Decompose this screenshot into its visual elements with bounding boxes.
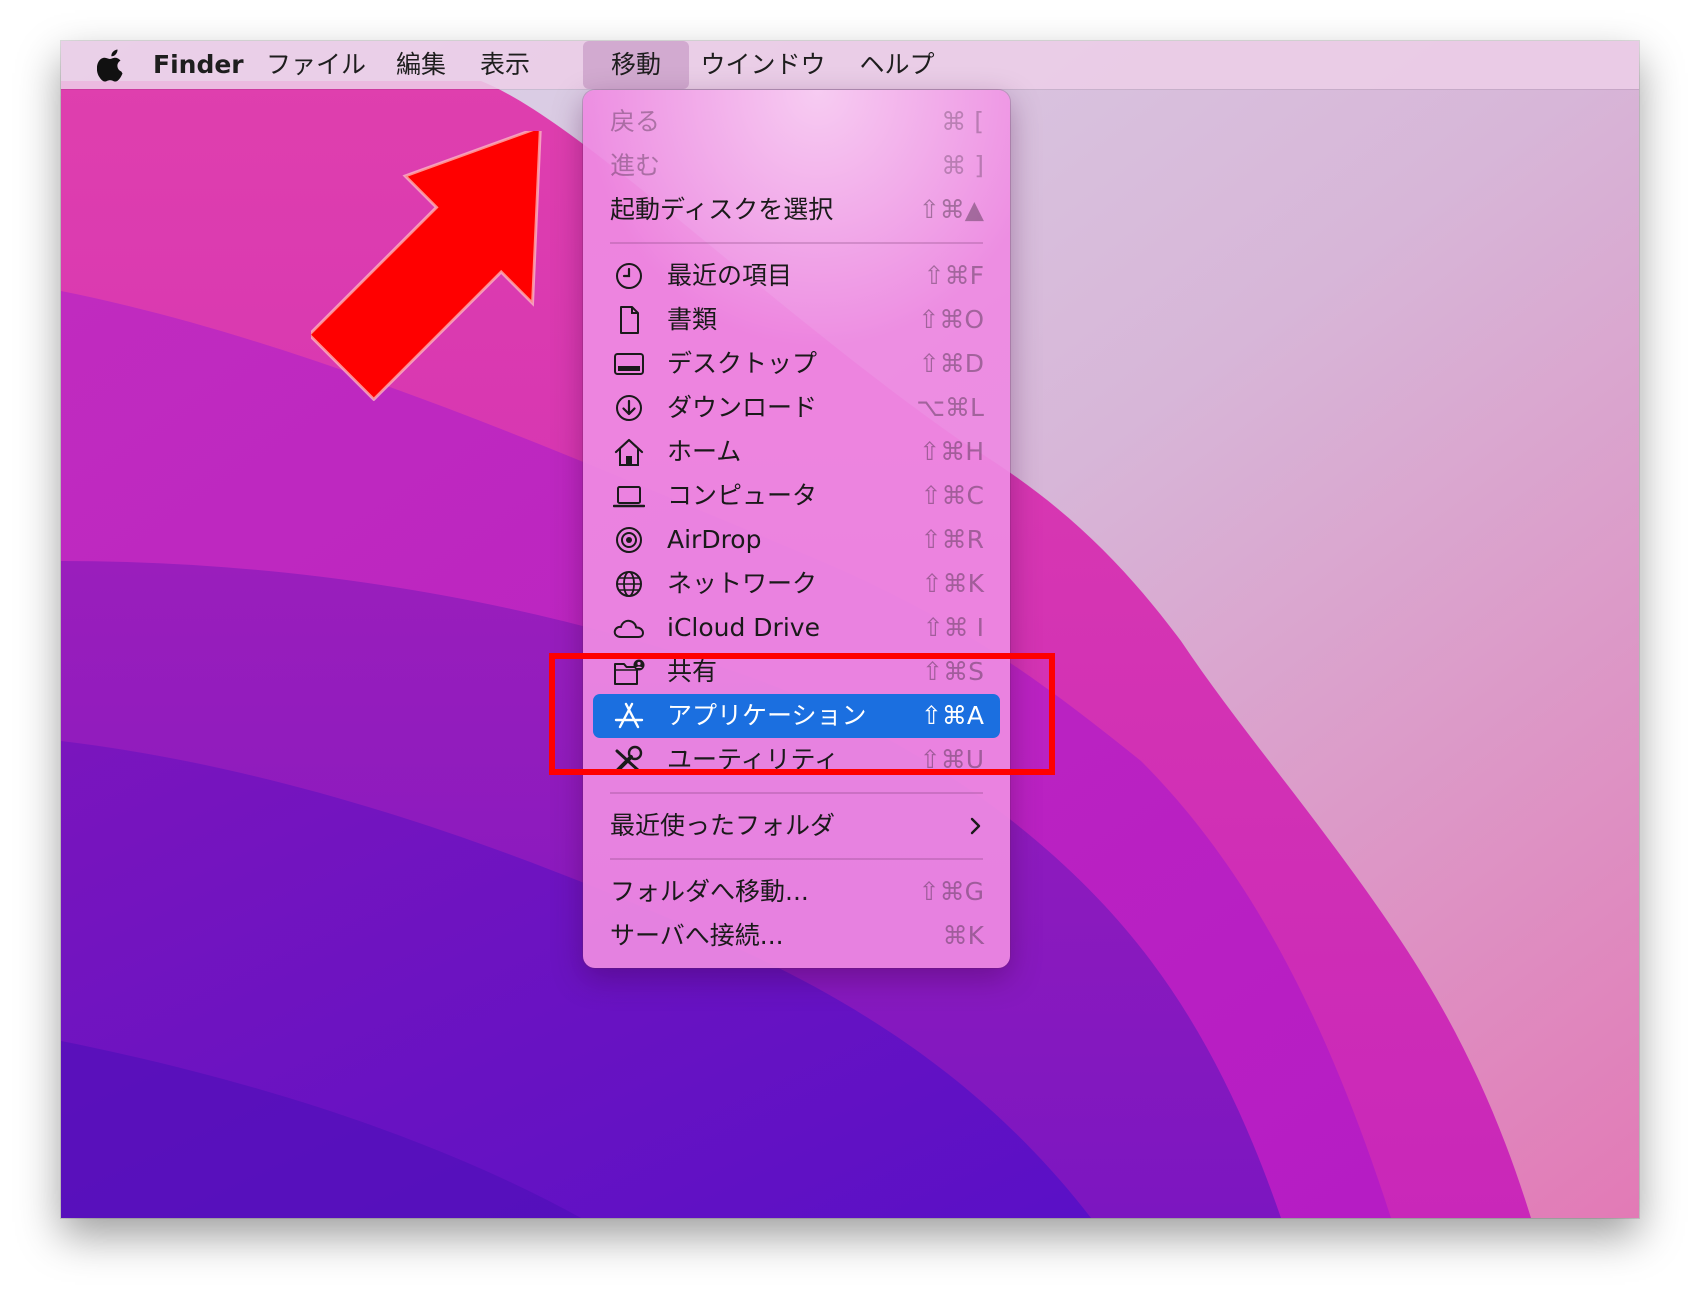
menu-item-label: 最近使ったフォルダ xyxy=(610,811,836,840)
menu-shortcut: ⇧⌘C xyxy=(920,481,984,510)
menu-item-network[interactable]: ネットワーク ⇧⌘K xyxy=(593,562,1000,606)
go-menu-dropdown: 戻る ⌘ [ 進む ⌘ ] 起動ディスクを選択 ⇧⌘▲ 最近の項目 ⇧⌘F 書類… xyxy=(583,90,1010,968)
menu-item-recent-folders[interactable]: 最近使ったフォルダ xyxy=(593,804,1000,848)
red-arrow-annotation xyxy=(311,131,542,401)
menubar-view[interactable]: 表示 xyxy=(474,41,536,89)
apple-logo-icon[interactable] xyxy=(96,48,127,82)
menubar-file[interactable]: ファイル xyxy=(265,41,367,89)
menu-item-computer[interactable]: コンピュータ ⇧⌘C xyxy=(593,474,1000,518)
menu-item-label: AirDrop xyxy=(667,525,762,554)
home-icon xyxy=(613,437,645,467)
menu-item-label: コンピュータ xyxy=(667,481,818,510)
chevron-right-icon xyxy=(968,816,982,836)
menu-item-recents[interactable]: 最近の項目 ⇧⌘F xyxy=(593,254,1000,298)
menu-shortcut: ⌘ [ xyxy=(941,107,984,136)
download-icon xyxy=(613,393,645,423)
menu-item-home[interactable]: ホーム ⇧⌘H xyxy=(593,430,1000,474)
menu-item-label: ネットワーク xyxy=(667,569,818,598)
menu-shortcut: ⇧⌘F xyxy=(923,261,984,290)
menu-item-connect-to-server[interactable]: サーバへ接続... ⌘K xyxy=(593,914,1000,958)
menu-separator xyxy=(610,242,983,244)
globe-icon xyxy=(613,569,645,599)
menu-item-downloads[interactable]: ダウンロード ⌥⌘L xyxy=(593,386,1000,430)
menu-shortcut: ⇧⌘D xyxy=(918,349,984,378)
menu-shortcut: ⇧⌘R xyxy=(920,525,984,554)
menu-item-go-to-folder[interactable]: フォルダへ移動... ⇧⌘G xyxy=(593,870,1000,914)
menu-shortcut: ⇧⌘ I xyxy=(922,613,984,642)
menu-item-label: iCloud Drive xyxy=(667,613,820,642)
menu-item-label: ホーム xyxy=(667,437,742,466)
desktop-screen: Finder ファイル 編集 表示 移動 ウインドウ ヘルプ 戻る ⌘ [ 進む… xyxy=(61,41,1639,1218)
menubar-finder[interactable]: Finder xyxy=(153,41,244,89)
menu-separator xyxy=(610,858,983,860)
menu-item-documents[interactable]: 書類 ⇧⌘O xyxy=(593,298,1000,342)
menu-item-airdrop[interactable]: AirDrop ⇧⌘R xyxy=(593,518,1000,562)
clock-icon xyxy=(613,261,645,291)
desktop-icon xyxy=(613,349,645,379)
menu-shortcut: ⌘K xyxy=(942,921,984,950)
menu-item-label: 起動ディスクを選択 xyxy=(610,195,834,224)
menu-item-desktop[interactable]: デスクトップ ⇧⌘D xyxy=(593,342,1000,386)
highlight-frame xyxy=(549,653,1055,775)
menu-bar: Finder ファイル 編集 表示 移動 ウインドウ ヘルプ xyxy=(61,41,1639,89)
menu-item-label: デスクトップ xyxy=(667,349,818,378)
menubar-help[interactable]: ヘルプ xyxy=(857,41,937,89)
menu-shortcut: ⌥⌘L xyxy=(916,393,984,422)
menubar-edit[interactable]: 編集 xyxy=(391,41,451,89)
menu-shortcut: ⌘ ] xyxy=(941,151,984,180)
menu-item-label: 進む xyxy=(610,151,661,180)
airdrop-icon xyxy=(613,525,645,555)
menu-shortcut: ⇧⌘▲ xyxy=(918,195,984,224)
cloud-icon xyxy=(613,613,645,643)
laptop-icon xyxy=(613,481,645,511)
menu-item-icloud-drive[interactable]: iCloud Drive ⇧⌘ I xyxy=(593,606,1000,650)
menu-item-back: 戻る ⌘ [ xyxy=(593,100,1000,144)
menubar-go[interactable]: 移動 xyxy=(583,41,689,89)
menu-shortcut: ⇧⌘K xyxy=(921,569,984,598)
menu-shortcut: ⇧⌘H xyxy=(919,437,984,466)
menubar-window[interactable]: ウインドウ xyxy=(699,41,827,89)
menu-item-label: 書類 xyxy=(667,305,718,334)
menu-item-label: サーバへ接続... xyxy=(610,921,784,950)
menu-item-label: 最近の項目 xyxy=(667,261,793,290)
menu-item-forward: 進む ⌘ ] xyxy=(593,144,1000,188)
menu-item-label: 戻る xyxy=(610,107,661,136)
menu-shortcut: ⇧⌘G xyxy=(918,877,984,906)
menu-item-label: ダウンロード xyxy=(667,393,818,422)
menu-item-startup-disk[interactable]: 起動ディスクを選択 ⇧⌘▲ xyxy=(593,188,1000,232)
menu-separator xyxy=(610,792,983,794)
menu-shortcut: ⇧⌘O xyxy=(918,305,984,334)
menu-item-label: フォルダへ移動... xyxy=(610,877,809,906)
document-icon xyxy=(613,305,645,335)
